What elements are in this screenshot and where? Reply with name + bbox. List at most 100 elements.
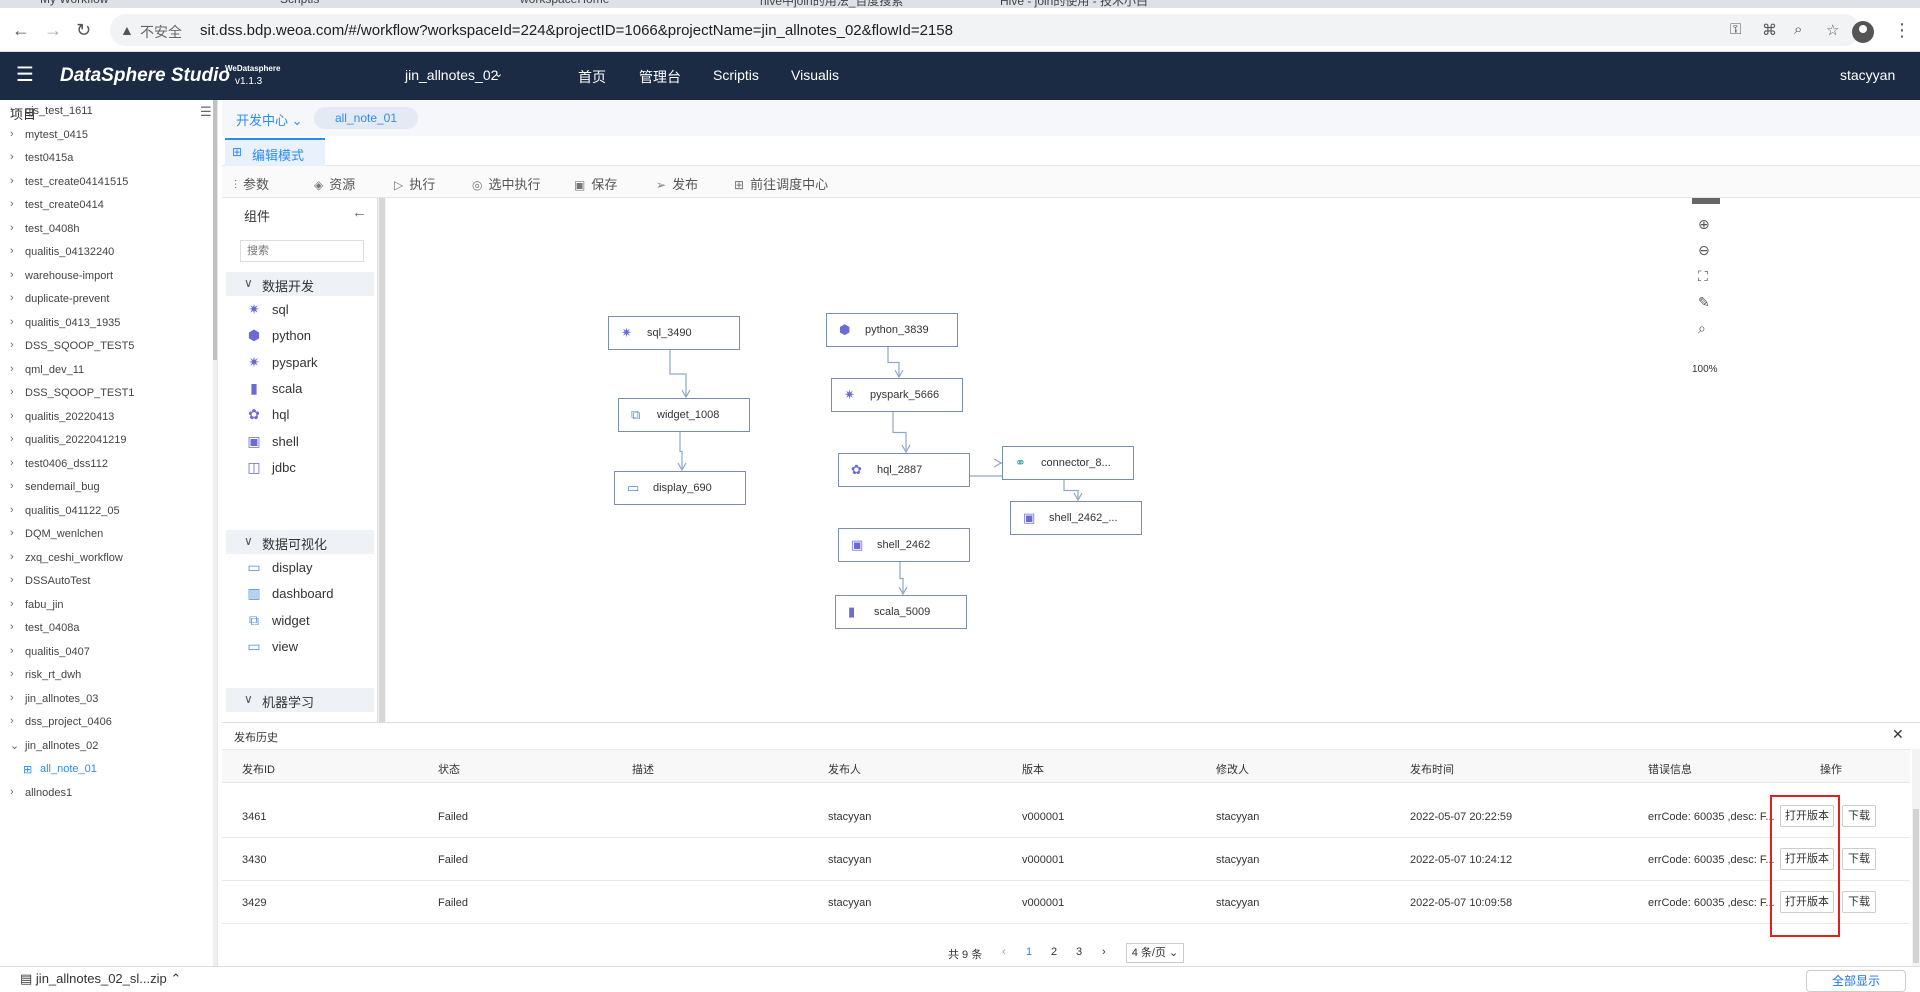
tree-item[interactable]: › qualitis_2022041219: [0, 431, 215, 451]
tree-item[interactable]: › test_create04141515: [0, 173, 215, 193]
insecure-label[interactable]: 不安全: [140, 22, 182, 42]
component-item[interactable]: ▮ scala: [226, 375, 374, 401]
chevron-right-icon[interactable]: ›: [10, 621, 14, 633]
tree-item[interactable]: › test_0408a: [0, 619, 215, 639]
nav-scriptis[interactable]: Scriptis: [713, 67, 759, 83]
chevron-right-icon[interactable]: ›: [10, 457, 14, 469]
browser-tab[interactable]: hive中join的用法_百度搜索: [760, 0, 903, 8]
zoom-in-icon[interactable]: ⊕: [1698, 216, 1710, 233]
chevron-right-icon[interactable]: ›: [10, 363, 14, 375]
page-size-select[interactable]: 4 条/页 ⌄: [1126, 943, 1184, 963]
show-all-downloads-button[interactable]: 全部显示: [1806, 970, 1906, 992]
component-item[interactable]: ▭ view: [226, 633, 374, 659]
history-scroll-thumb[interactable]: [1913, 809, 1919, 963]
zoom-out-icon[interactable]: ⊖: [1698, 242, 1710, 259]
workflow-canvas[interactable]: ✷ sql_3490 ⧉ widget_1008 ▭ display_690 ⬢ python…: [386, 198, 1920, 722]
chevron-right-icon[interactable]: ›: [10, 551, 14, 563]
tree-item[interactable]: › test0406_dss112: [0, 455, 215, 475]
browser-tab[interactable]: Scriptis: [280, 0, 319, 8]
url-text[interactable]: sit.dss.bdp.weoa.com/#/workflow?workspac…: [200, 22, 953, 39]
save-button[interactable]: ▣ 保存: [574, 174, 617, 193]
chevron-right-icon[interactable]: ›: [10, 245, 14, 257]
tree-item[interactable]: › qualitis_0407: [0, 643, 215, 663]
nav-home[interactable]: 首页: [578, 67, 606, 87]
component-search-input[interactable]: [240, 240, 364, 262]
tree-item[interactable]: › qualitis_20220413: [0, 408, 215, 428]
component-group-data-dev[interactable]: ∨ 数据开发: [226, 272, 374, 296]
forward-icon[interactable]: →: [44, 20, 62, 40]
browser-tab[interactable]: My Workflow: [40, 0, 108, 8]
pager-page-1[interactable]: 1: [1026, 946, 1032, 958]
tab-edit-mode[interactable]: ⊞ 编辑模式: [225, 138, 325, 166]
chevron-down-icon[interactable]: ⌄: [494, 67, 503, 80]
tree-item[interactable]: › duplicate-prevent: [0, 290, 215, 310]
run-button[interactable]: ▷ 执行: [394, 174, 435, 193]
tree-item[interactable]: › test_0408h: [0, 220, 215, 240]
tree-item[interactable]: › sendemail_bug: [0, 478, 215, 498]
chevron-right-icon[interactable]: ›: [10, 480, 14, 492]
chevron-right-icon[interactable]: ›: [10, 645, 14, 657]
browser-tab[interactable]: Hive - join的使用 - 技术小白: [1000, 0, 1148, 8]
workspace-selector[interactable]: jin_allnotes_02: [405, 67, 498, 83]
history-scrollbar[interactable]: [1912, 749, 1920, 967]
workflow-node[interactable]: ▭ display_690: [614, 471, 746, 505]
chevron-right-icon[interactable]: ›: [10, 316, 14, 328]
flow-tab[interactable]: all_note_01: [314, 107, 418, 129]
close-icon[interactable]: ✕: [1892, 726, 1904, 743]
tree-item[interactable]: › DSS_SQOOP_TEST1: [0, 384, 215, 404]
user-menu[interactable]: stacyyan: [1840, 67, 1895, 83]
workflow-node[interactable]: ✷ sql_3490: [608, 316, 740, 350]
download-button[interactable]: 下载: [1842, 848, 1876, 870]
browser-menu-icon[interactable]: ⋮: [1893, 20, 1911, 41]
tree-item[interactable]: › dss_project_0406: [0, 713, 215, 733]
chevron-right-icon[interactable]: ›: [10, 692, 14, 704]
chevron-right-icon[interactable]: ›: [10, 269, 14, 281]
nav-admin[interactable]: 管理台: [639, 67, 681, 87]
translate-icon[interactable]: ⌘: [1762, 21, 1777, 39]
workflow-node[interactable]: ▮ scala_5009: [835, 595, 967, 629]
component-item[interactable]: ▣ shell: [226, 428, 374, 454]
tree-item[interactable]: › qualitis_04132240: [0, 243, 215, 263]
brand-logo[interactable]: DataSphere Studio: [60, 65, 230, 87]
pager-page-2[interactable]: 2: [1051, 946, 1057, 958]
chevron-right-icon[interactable]: ›: [10, 339, 14, 351]
goto-scheduler-button[interactable]: ⊞ 前往调度中心: [734, 174, 828, 193]
tree-item[interactable]: › qml_dev_11: [0, 361, 215, 381]
publish-button[interactable]: ➢ 发布: [656, 174, 698, 193]
tree-item[interactable]: › test_create0414: [0, 196, 215, 216]
tree-item[interactable]: ⌄ jin_allnotes_02: [0, 737, 215, 757]
tree-item[interactable]: › DSSAutoTest: [0, 572, 215, 592]
tree-item[interactable]: › zxq_ceshi_workflow: [0, 549, 215, 569]
warning-icon[interactable]: ▲: [120, 22, 134, 38]
tree-item[interactable]: › fabu_jin: [0, 596, 215, 616]
chevron-right-icon[interactable]: ›: [10, 410, 14, 422]
component-group-data-vis[interactable]: ∨ 数据可视化: [226, 530, 374, 554]
browser-tab[interactable]: workspaceHome: [520, 0, 609, 8]
chevron-right-icon[interactable]: ›: [10, 175, 14, 187]
back-icon[interactable]: ←: [12, 20, 30, 40]
workflow-node[interactable]: ▣ shell_2462_...: [1010, 501, 1142, 535]
params-button[interactable]: ⫶ 参数: [234, 174, 269, 193]
chevron-right-icon[interactable]: ›: [10, 574, 14, 586]
tree-item[interactable]: › risk_rt_dwh: [0, 666, 215, 686]
workflow-node[interactable]: ⧉ widget_1008: [618, 398, 750, 432]
tree-scroll-thumb[interactable]: [213, 100, 217, 360]
download-item[interactable]: ▤ jin_allnotes_02_sl...zip ⌃: [20, 971, 181, 987]
chevron-right-icon[interactable]: ›: [10, 527, 14, 539]
tree-item[interactable]: › DSS_SQOOP_TEST5: [0, 337, 215, 357]
reload-icon[interactable]: ↻: [76, 20, 91, 40]
brush-icon[interactable]: ✎: [1698, 294, 1710, 311]
fit-screen-icon[interactable]: ⛶: [1698, 268, 1708, 285]
chevron-right-icon[interactable]: ›: [10, 128, 14, 140]
nav-visualis[interactable]: Visualis: [791, 67, 839, 83]
profile-avatar-icon[interactable]: [1852, 21, 1874, 43]
component-item[interactable]: ▥ dashboard: [226, 580, 374, 606]
arrow-left-icon[interactable]: ←: [352, 204, 367, 221]
pager-next-icon[interactable]: ›: [1102, 946, 1106, 958]
tree-child-flow[interactable]: ⊞ all_note_01: [0, 760, 215, 780]
download-button[interactable]: 下载: [1842, 805, 1876, 827]
search-icon[interactable]: ⌕: [1698, 320, 1706, 337]
tree-item[interactable]: › qjs_test_1611: [0, 102, 215, 122]
tree-item[interactable]: › qualitis_0413_1935: [0, 314, 215, 334]
chevron-right-icon[interactable]: ›: [10, 668, 14, 680]
